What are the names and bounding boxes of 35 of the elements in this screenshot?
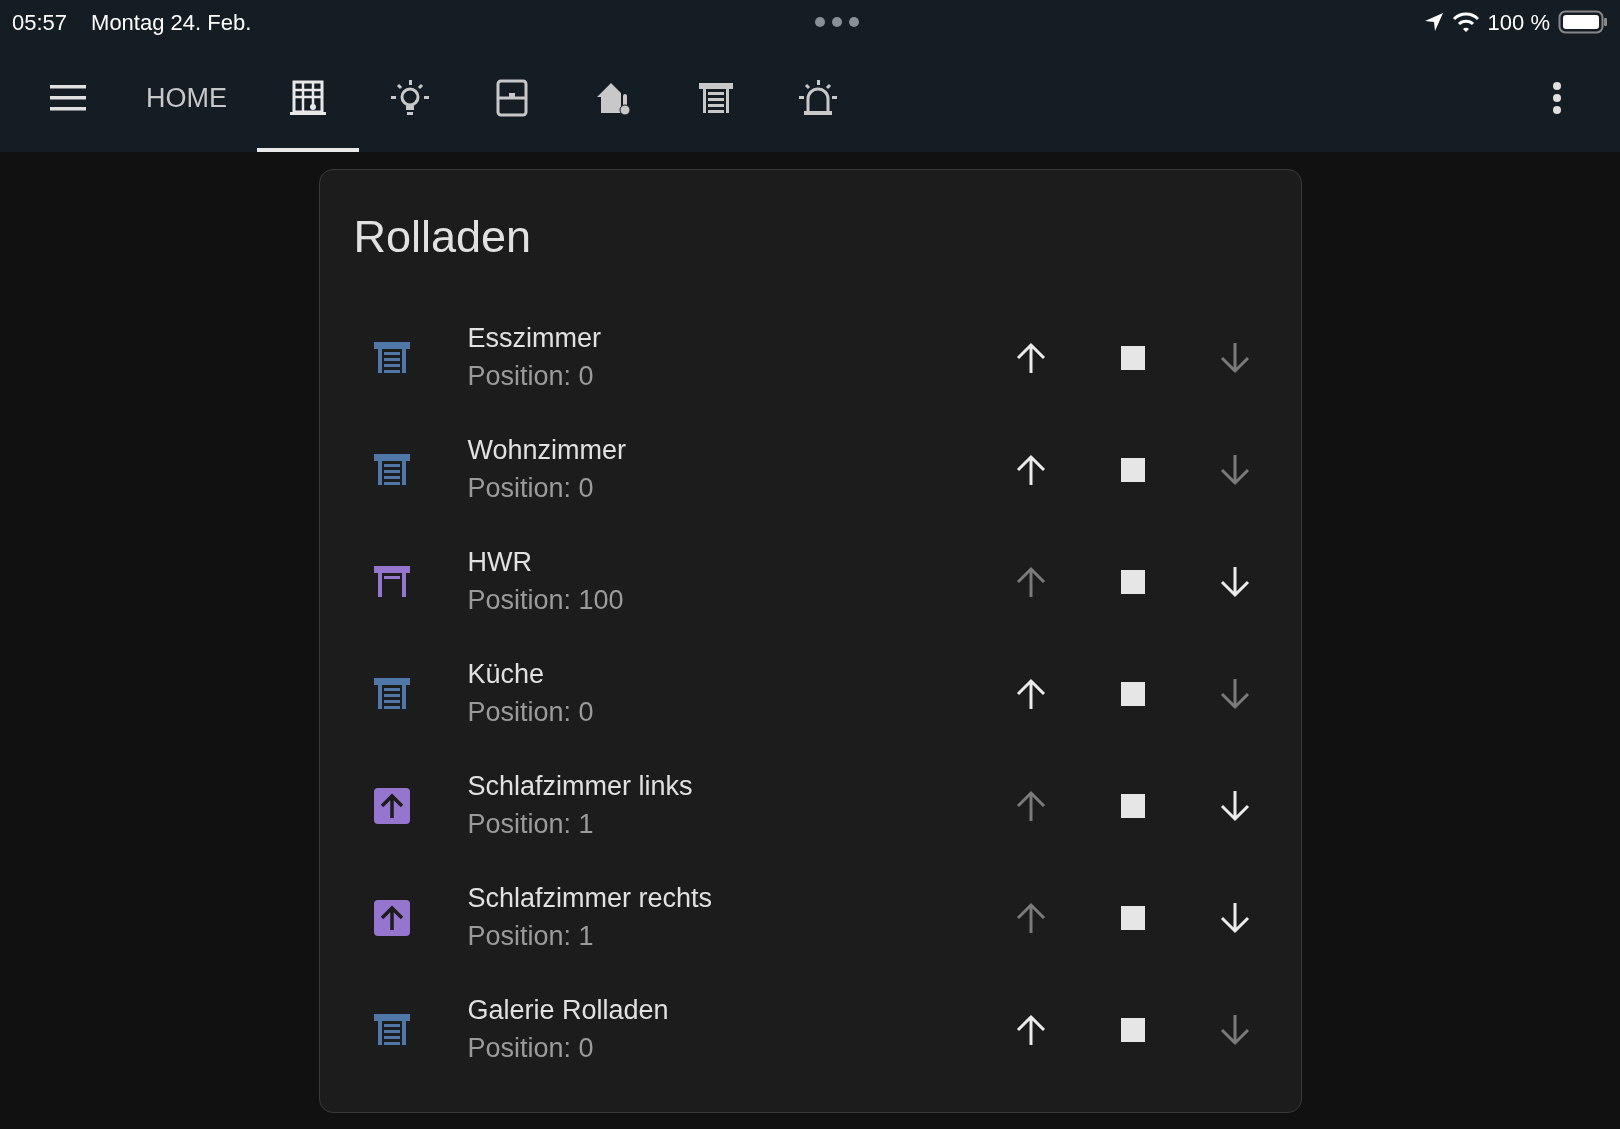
entity-state: Position: 0 [467, 360, 595, 393]
entity-name: HWR [467, 546, 533, 580]
stop-icon [1120, 570, 1145, 594]
card-title: Rolladen [353, 210, 533, 264]
stop-icon [1120, 458, 1145, 482]
lightbulb-icon [391, 79, 429, 117]
entity-state: Position: 0 [467, 1032, 595, 1065]
entity-state: Position: 100 [467, 584, 625, 617]
wifi-icon [1451, 11, 1480, 33]
stop-icon [1120, 1018, 1145, 1042]
siren-icon [799, 79, 837, 117]
entity-state: Position: 0 [467, 472, 595, 505]
battery-percent: 100 % [1487, 8, 1550, 37]
stop-icon [1120, 794, 1145, 818]
entity-name: Küche [467, 658, 546, 692]
stop-icon [1120, 682, 1145, 706]
entity-name: Galerie Rolladen [467, 994, 670, 1028]
more-vertical-icon [1552, 82, 1562, 114]
tab[interactable]: HOME [116, 44, 257, 152]
entity-state: Position: 1 [467, 808, 595, 841]
window-icon [289, 79, 327, 117]
more-dots-icon [815, 17, 860, 27]
entity-state: Position: 1 [467, 920, 595, 953]
entity-state: Position: 0 [467, 696, 595, 729]
entity-name: Esszimmer [467, 322, 602, 356]
entity-name: Wohnzimmer [467, 434, 628, 468]
location-arrow-icon [1423, 12, 1444, 32]
stop-icon [1120, 906, 1145, 930]
menu-icon [50, 85, 86, 111]
status-time: 05:57 [12, 8, 68, 37]
entity-name: Schlafzimmer rechts [467, 882, 714, 916]
battery-icon [1558, 10, 1608, 34]
entity-name: Schlafzimmer links [467, 770, 694, 804]
status-date: Montag 24. Feb. [91, 8, 252, 37]
stop-icon [1120, 346, 1145, 370]
